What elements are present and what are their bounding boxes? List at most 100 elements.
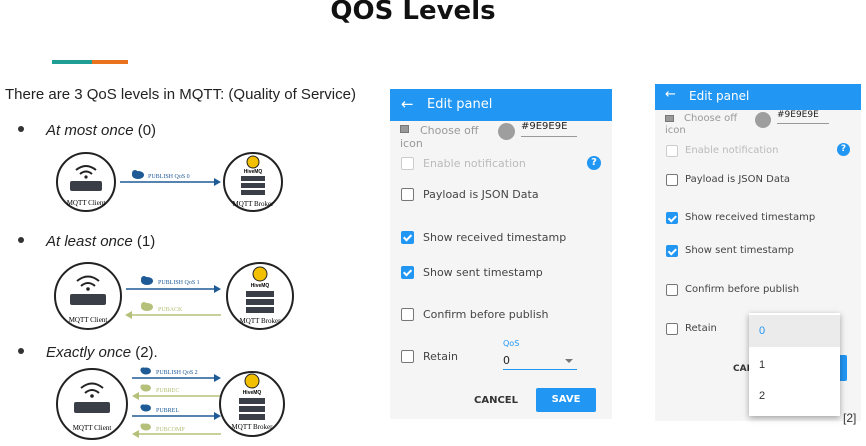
intro-text: There are 3 QoS levels in MQTT: (Quality…: [5, 86, 356, 103]
enable-notification-checkbox[interactable]: [666, 145, 678, 157]
color-swatch[interactable]: [755, 112, 771, 128]
hivemq-logo-icon: [244, 373, 260, 389]
color-swatch[interactable]: [498, 123, 515, 140]
help-icon[interactable]: ?: [837, 143, 850, 156]
help-icon[interactable]: ?: [587, 156, 601, 170]
color-hex-value[interactable]: #9E9E9E: [521, 121, 567, 132]
app-bar-title: Edit panel: [427, 97, 493, 112]
show-received-checkbox[interactable]: [666, 212, 678, 224]
msg-label: PUBREC: [156, 388, 179, 394]
show-received-checkbox[interactable]: [401, 231, 414, 244]
msg-label: PUBACK: [158, 307, 183, 313]
retain-checkbox[interactable]: [666, 323, 678, 335]
color-hex-underline: [521, 136, 577, 137]
bullet-term: At most once: [46, 122, 134, 139]
bullet-dot: [18, 348, 24, 355]
msg-label: PUBLISH QoS 0: [148, 174, 190, 180]
confirm-publish-checkbox[interactable]: [666, 284, 678, 296]
diagram-qos2: MQTT Client PUBLISH QoS 2 PUBREC PUBREL …: [52, 366, 287, 444]
router-icon: [70, 181, 102, 191]
cloud-icon: [140, 384, 151, 392]
dropdown-option-0[interactable]: 0: [749, 315, 840, 347]
cloud-icon: [140, 404, 151, 412]
accent-bar-orange: [92, 60, 128, 64]
slide-title: QOS Levels: [330, 0, 496, 26]
cloud-icon: [140, 423, 151, 431]
app-bar: ← Edit panel: [390, 89, 612, 121]
payload-json-label: Payload is JSON Data: [685, 174, 791, 185]
choose-icon-label: Choose off icon: [665, 113, 738, 136]
msg-label: PUBLISH QoS 2: [156, 370, 198, 376]
retain-checkbox[interactable]: [401, 350, 414, 363]
msg-label: PUBLISH QoS 1: [158, 280, 200, 286]
bullet-qos1: At least once (1): [18, 233, 155, 250]
broker-label: MQTT Broker: [232, 423, 274, 431]
show-received-label: Show received timestamp: [423, 231, 567, 244]
app-bar: ← Edit panel: [655, 84, 861, 110]
back-arrow-icon[interactable]: ←: [665, 87, 676, 102]
bullet-term: At least once: [46, 233, 133, 250]
server-icon: [239, 398, 265, 420]
bullet-value: (0): [133, 122, 157, 139]
bullet-qos2: Exactly once (2).: [18, 344, 158, 361]
choose-icon-label: Choose off icon: [400, 124, 479, 150]
cloud-icon: [141, 276, 153, 285]
payload-json-label: Payload is JSON Data: [423, 188, 539, 201]
enable-notification-label: Enable notification: [685, 145, 779, 156]
back-arrow-icon[interactable]: ←: [401, 95, 414, 113]
show-sent-label: Show sent timestamp: [685, 245, 794, 256]
hivemq-logo-icon: [246, 155, 260, 169]
broker-label: MQTT Broker: [233, 200, 275, 208]
cloud-icon: [132, 170, 144, 179]
show-sent-checkbox[interactable]: [401, 266, 414, 279]
accent-bar-teal: [52, 60, 92, 64]
confirm-publish-checkbox[interactable]: [401, 308, 414, 321]
qos-label: QoS: [503, 339, 520, 348]
broker-label: MQTT Broker: [240, 317, 282, 325]
router-icon: [70, 294, 106, 305]
save-button[interactable]: SAVE: [536, 388, 596, 412]
bullet-value: (1): [132, 233, 156, 250]
qos-select-value[interactable]: 0: [503, 354, 510, 367]
chevron-down-icon[interactable]: [565, 359, 573, 363]
msg-label: PUBREL: [156, 408, 179, 414]
show-sent-label: Show sent timestamp: [423, 266, 543, 279]
payload-json-checkbox[interactable]: [401, 188, 414, 201]
payload-json-checkbox[interactable]: [666, 174, 678, 186]
bullet-dot: [18, 237, 24, 244]
dropdown-option-2[interactable]: 2: [749, 380, 840, 412]
edit-panel-left: ← Edit panel Choose off icon #9E9E9E Ena…: [390, 89, 612, 419]
retain-label: Retain: [423, 350, 458, 363]
retain-label: Retain: [685, 323, 717, 334]
msg-label: PUBCOMP: [156, 427, 185, 433]
bullet-value: (2).: [131, 344, 158, 361]
bullet-qos0: At most once (0): [18, 122, 156, 139]
server-icon: [246, 291, 274, 313]
color-hex-underline: [777, 123, 829, 124]
diagram-qos0: MQTT Client PUBLISH QoS 0 HiveMQ MQTT Br…: [52, 150, 287, 214]
enable-notification-checkbox[interactable]: [401, 157, 414, 170]
show-received-label: Show received timestamp: [685, 212, 816, 223]
bullet-term: Exactly once: [46, 344, 132, 361]
client-label: MQTT Client: [73, 424, 112, 432]
show-sent-checkbox[interactable]: [666, 245, 678, 257]
hivemq-logo-icon: [252, 266, 268, 282]
qos-select-underline: [503, 369, 577, 370]
diagram-qos1: MQTT Client PUBLISH QoS 1 PUBACK HiveMQ …: [52, 259, 297, 333]
color-hex-value[interactable]: #9E9E9E: [777, 110, 819, 120]
server-icon: [241, 176, 265, 195]
qos-dropdown-menu: 0 1 2: [749, 313, 840, 416]
enable-notification-label: Enable notification: [423, 157, 526, 170]
confirm-publish-label: Confirm before publish: [685, 284, 800, 295]
cancel-button[interactable]: CANCEL: [474, 395, 518, 406]
cloud-icon: [140, 367, 151, 375]
cloud-icon: [141, 302, 153, 311]
app-bar-title: Edit panel: [689, 89, 750, 103]
confirm-publish-label: Confirm before publish: [423, 308, 549, 321]
reference-marker: [2]: [843, 411, 857, 425]
hivemq-label: HiveMQ: [243, 390, 262, 396]
dropdown-option-1[interactable]: 1: [749, 349, 840, 381]
client-label: MQTT Client: [67, 199, 106, 207]
hivemq-label: HiveMQ: [244, 169, 263, 175]
bullet-dot: [18, 126, 24, 133]
